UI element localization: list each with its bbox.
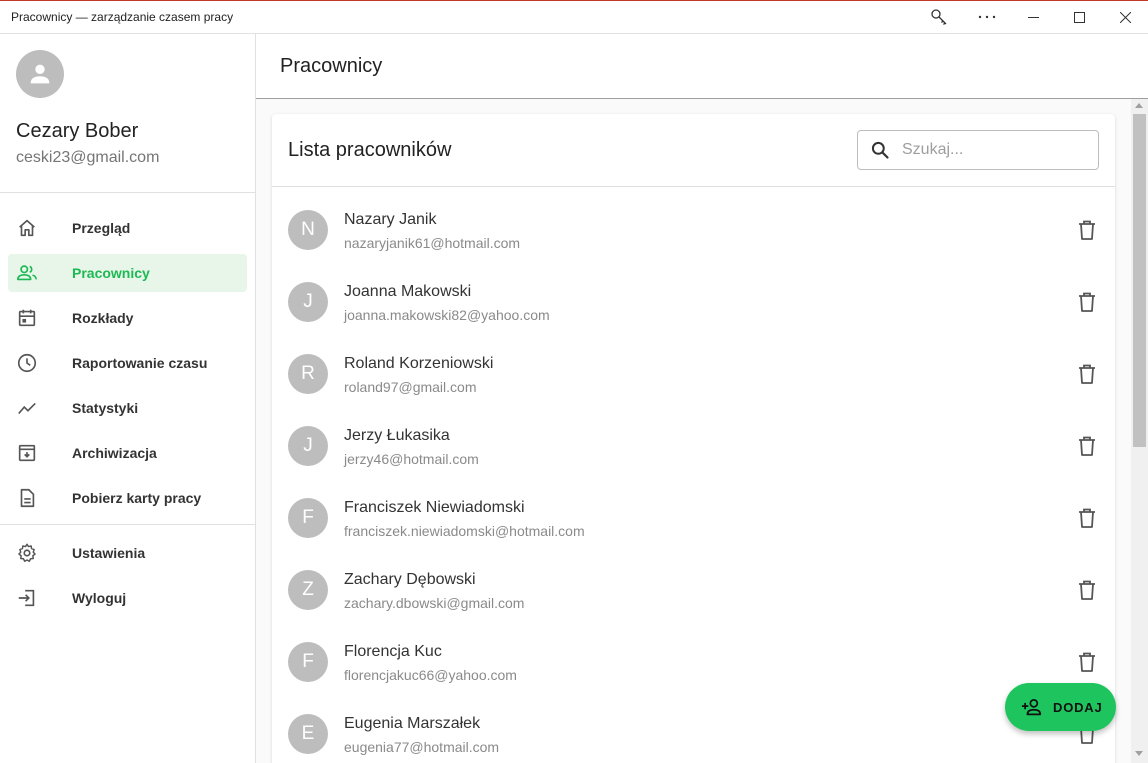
avatar: F	[288, 498, 328, 538]
employee-name: Eugenia Marszałek	[344, 715, 481, 732]
sidebar-item-rozklady[interactable]: Rozkłady	[8, 299, 247, 337]
add-button-label: DODAJ	[1053, 699, 1103, 715]
title-bar: Pracownicy — zarządzanie czasem pracy	[0, 0, 1148, 34]
home-icon	[8, 216, 48, 240]
employee-name: Franciszek Niewiadomski	[344, 499, 525, 516]
sidebar-item-przeglad[interactable]: Przegląd	[8, 209, 247, 247]
search-icon	[858, 140, 902, 160]
employee-list: N Nazary Janik nazaryjanik61@hotmail.com J J…	[272, 202, 1115, 763]
delete-icon[interactable]	[1076, 291, 1098, 313]
more-options-icon[interactable]	[964, 1, 1010, 34]
employee-name: Zachary Dębowski	[344, 571, 476, 588]
sidebar-item-label: Statystyki	[72, 400, 139, 416]
employee-name: Jerzy Łukasika	[344, 427, 450, 444]
sidebar-item-label: Ustawienia	[72, 545, 146, 561]
page-title: Pracownicy	[280, 55, 383, 77]
sidebar-item-ustawienia[interactable]: Ustawienia	[8, 534, 247, 572]
logout-icon	[8, 586, 48, 610]
employee-name: Florencja Kuc	[344, 643, 442, 660]
employee-name: Nazary Janik	[344, 211, 437, 228]
avatar: E	[288, 714, 328, 754]
employee-list-card: Lista pracowników N Nazary Janik nazaryjan…	[272, 114, 1115, 763]
gear-icon	[8, 541, 48, 565]
avatar	[16, 50, 64, 98]
delete-icon[interactable]	[1076, 507, 1098, 529]
scrollbar[interactable]	[1131, 99, 1148, 763]
avatar: J	[288, 426, 328, 466]
scroll-down-arrow-icon[interactable]	[1135, 751, 1143, 756]
trending-line-icon	[8, 396, 48, 420]
sidebar-item-label: Przegląd	[72, 220, 131, 236]
user-email: ceski23@gmail.com	[16, 149, 160, 166]
sidebar-item-label: Rozkłady	[72, 310, 134, 326]
avatar: J	[288, 282, 328, 322]
list-item[interactable]: F Franciszek Niewiadomski franciszek.niewi…	[272, 490, 1115, 562]
employee-name: Joanna Makowski	[344, 283, 472, 300]
delete-icon[interactable]	[1076, 363, 1098, 385]
employee-name: Roland Korzeniowski	[344, 355, 494, 372]
list-item[interactable]: Z Zachary Dębowski zachary.dbowski@gmail.c…	[272, 562, 1115, 634]
people-icon	[8, 261, 48, 285]
employee-email: zachary.dbowski@gmail.com	[344, 595, 525, 611]
delete-icon[interactable]	[1076, 219, 1098, 241]
employee-email: nazaryjanik61@hotmail.com	[344, 235, 521, 251]
sidebar-item-statystyki[interactable]: Statystyki	[8, 389, 247, 427]
search-input[interactable]	[902, 141, 1082, 159]
close-button[interactable]	[1102, 1, 1148, 34]
document-icon	[8, 486, 48, 510]
employee-email: roland97@gmail.com	[344, 379, 477, 395]
key-icon[interactable]	[914, 1, 964, 34]
sidebar-item-label: Raportowanie czasu	[72, 355, 208, 371]
list-item[interactable]: J Jerzy Łukasika jerzy46@hotmail.com	[272, 418, 1115, 490]
delete-icon[interactable]	[1076, 651, 1098, 673]
delete-icon[interactable]	[1076, 579, 1098, 601]
employee-email: florencjakuc66@yahoo.com	[344, 667, 517, 683]
scroll-up-arrow-icon[interactable]	[1135, 103, 1143, 108]
sidebar-item-raportowanie-czasu[interactable]: Raportowanie czasu	[8, 344, 247, 382]
archive-icon	[8, 441, 48, 465]
search-box[interactable]	[857, 130, 1099, 170]
delete-icon[interactable]	[1076, 435, 1098, 457]
calendar-icon	[8, 306, 48, 330]
avatar: R	[288, 354, 328, 394]
user-name: Cezary Bober	[16, 120, 139, 142]
employee-email: jerzy46@hotmail.com	[344, 451, 479, 467]
minimize-button[interactable]	[1010, 1, 1056, 34]
sidebar-item-archiwizacja[interactable]: Archiwizacja	[8, 434, 247, 472]
sidebar-item-pracownicy[interactable]: Pracownicy	[8, 254, 247, 292]
person-icon	[30, 64, 50, 84]
list-item[interactable]: R Roland Korzeniowski roland97@gmail.com	[272, 346, 1115, 418]
sidebar: Cezary Bober ceski23@gmail.com Przegląd …	[0, 34, 256, 763]
add-person-icon	[1005, 696, 1049, 718]
sidebar-item-label: Pobierz karty pracy	[72, 490, 202, 506]
list-item[interactable]: F Florencja Kuc florencjakuc66@yahoo.com	[272, 634, 1115, 706]
list-item[interactable]: J Joanna Makowski joanna.makowski82@yahoo.…	[272, 274, 1115, 346]
clock-icon	[8, 351, 48, 375]
employee-email: eugenia77@hotmail.com	[344, 739, 500, 755]
avatar: N	[288, 210, 328, 250]
sidebar-item-label: Archiwizacja	[72, 445, 157, 461]
user-profile: Cezary Bober ceski23@gmail.com	[0, 34, 255, 193]
sidebar-item-label: Wyloguj	[72, 590, 127, 606]
nav-divider	[0, 524, 255, 525]
employee-email: joanna.makowski82@yahoo.com	[344, 307, 550, 323]
avatar: Z	[288, 570, 328, 610]
card-header: Lista pracowników	[272, 114, 1115, 187]
main-header: Pracownicy	[256, 34, 1148, 99]
list-item[interactable]: E Eugenia Marszałek eugenia77@hotmail.com	[272, 706, 1115, 763]
list-item[interactable]: N Nazary Janik nazaryjanik61@hotmail.com	[272, 202, 1115, 274]
window-title: Pracownicy — zarządzanie czasem pracy	[11, 10, 234, 24]
sidebar-item-pobierz-karty-pracy[interactable]: Pobierz karty pracy	[8, 479, 247, 517]
sidebar-item-wyloguj[interactable]: Wyloguj	[8, 579, 247, 617]
sidebar-item-label: Pracownicy	[72, 265, 150, 281]
scrollbar-thumb[interactable]	[1133, 114, 1146, 447]
nav-menu: Przegląd Pracownicy Rozkłady Raportowani…	[0, 193, 255, 617]
maximize-button[interactable]	[1056, 1, 1102, 34]
card-title: Lista pracowników	[288, 139, 452, 161]
avatar: F	[288, 642, 328, 682]
add-employee-button[interactable]: DODAJ	[1005, 683, 1116, 731]
employee-email: franciszek.niewiadomski@hotmail.com	[344, 523, 585, 539]
